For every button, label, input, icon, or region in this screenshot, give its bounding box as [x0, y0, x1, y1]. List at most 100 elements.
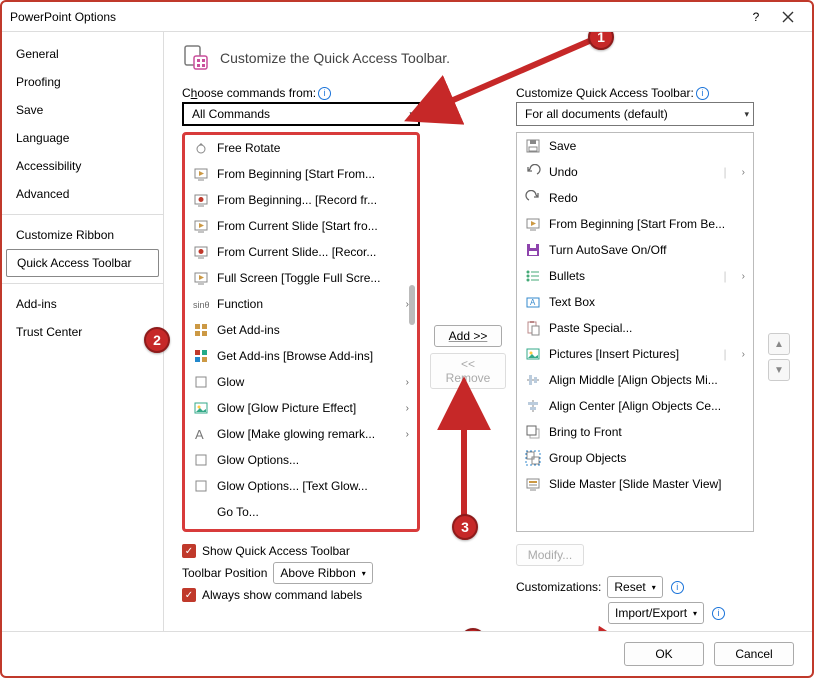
always-show-labels-checkbox[interactable]: ✓Always show command labels [182, 588, 420, 602]
options-dialog: PowerPoint Options ? General Proofing Sa… [0, 0, 814, 678]
list-item[interactable]: Glow Options... [Text Glow... [185, 473, 417, 499]
customize-qat-label: Customize Quick Access Toolbar:i [516, 86, 754, 100]
list-item[interactable]: From Beginning [Start From Be... [517, 211, 753, 237]
list-item[interactable]: Turn AutoSave On/Off [517, 237, 753, 263]
pic-icon [193, 400, 209, 416]
blank-icon [193, 504, 209, 520]
grid2-icon [193, 348, 209, 364]
undo-icon [525, 164, 541, 180]
info-icon[interactable]: i [696, 87, 709, 100]
list-item[interactable]: Redo [517, 185, 753, 211]
sidebar-trust[interactable]: Trust Center [2, 318, 163, 346]
add-button[interactable]: Add >> [434, 325, 502, 347]
pic-icon [525, 346, 541, 362]
scope-dropdown[interactable]: For all documents (default)▾ [516, 102, 754, 126]
help-button[interactable]: ? [740, 5, 772, 29]
list-item[interactable]: Align Center [Align Objects Ce... [517, 393, 753, 419]
import-export-dropdown[interactable]: Import/Export▾ [608, 602, 704, 624]
list-item[interactable]: Glow [Glow Picture Effect]› [185, 395, 417, 421]
play-icon [193, 218, 209, 234]
tbox-icon: A [525, 294, 541, 310]
move-down-button[interactable]: ▼ [768, 359, 790, 381]
sidebar-customize-ribbon[interactable]: Customize Ribbon [2, 221, 163, 249]
list-item[interactable]: Glow› [185, 369, 417, 395]
sidebar-general[interactable]: General [2, 40, 163, 68]
ok-button[interactable]: OK [624, 642, 704, 666]
list-item[interactable]: Bring to Front [517, 419, 753, 445]
reset-dropdown[interactable]: Reset▾ [607, 576, 662, 598]
sidebar-addins[interactable]: Add-ins [2, 290, 163, 318]
alm-icon [525, 372, 541, 388]
savep-icon [525, 242, 541, 258]
available-commands-list[interactable]: Free RotateFrom Beginning [Start From...… [182, 132, 420, 532]
titlebar: PowerPoint Options ? [2, 2, 812, 32]
list-item[interactable]: From Beginning [Start From... [185, 161, 417, 187]
dialog-footer: OK Cancel [2, 631, 812, 676]
play-icon [193, 270, 209, 286]
sm-icon [525, 476, 541, 492]
play-icon [193, 166, 209, 182]
list-item[interactable]: AText Box [517, 289, 753, 315]
list-item[interactable]: Paste Special... [517, 315, 753, 341]
rec-icon [193, 244, 209, 260]
main-panel: Customize the Quick Access Toolbar. Choo… [164, 32, 812, 631]
rec-icon [193, 192, 209, 208]
list-item[interactable]: AGlow [Make glowing remark...› [185, 421, 417, 447]
choose-from-dropdown[interactable]: All Commands▾ [182, 102, 420, 126]
annotation-3: 3 [452, 514, 478, 540]
choose-from-label: Choose commands from:i [182, 86, 420, 100]
grp-icon [525, 450, 541, 466]
fn-icon: sinθ [193, 296, 209, 312]
dialog-title: PowerPoint Options [10, 10, 740, 24]
sidebar-save[interactable]: Save [2, 96, 163, 124]
modify-button: Modify... [516, 544, 584, 566]
info-icon[interactable]: i [318, 87, 331, 100]
list-item[interactable]: Get Add-ins [185, 317, 417, 343]
paste-icon [525, 320, 541, 336]
list-item[interactable]: Free Rotate [185, 135, 417, 161]
remove-button: << Remove [430, 353, 506, 389]
list-item[interactable]: Save [517, 133, 753, 159]
sidebar-advanced[interactable]: Advanced [2, 180, 163, 208]
list-item[interactable]: From Current Slide... [Recor... [185, 239, 417, 265]
qat-header-icon [182, 44, 210, 72]
cancel-button[interactable]: Cancel [714, 642, 794, 666]
list-item[interactable]: Undo|› [517, 159, 753, 185]
sq-icon [193, 374, 209, 390]
sidebar: General Proofing Save Language Accessibi… [2, 32, 164, 631]
rot-icon [193, 140, 209, 156]
list-item[interactable]: From Current Slide [Start fro... [185, 213, 417, 239]
sidebar-language[interactable]: Language [2, 124, 163, 152]
current-commands-list[interactable]: SaveUndo|›RedoFrom Beginning [Start From… [516, 132, 754, 532]
sq-icon [193, 452, 209, 468]
list-item[interactable]: Bullets|› [517, 263, 753, 289]
sidebar-accessibility[interactable]: Accessibility [2, 152, 163, 180]
front-icon [525, 424, 541, 440]
info-icon[interactable]: i [712, 607, 725, 620]
list-item[interactable]: Full Screen [Toggle Full Scre... [185, 265, 417, 291]
show-qat-checkbox[interactable]: ✓Show Quick Access Toolbar [182, 544, 420, 558]
svg-text:sinθ: sinθ [193, 300, 209, 310]
alc-icon [525, 398, 541, 414]
sidebar-proofing[interactable]: Proofing [2, 68, 163, 96]
list-item[interactable]: Go To... [185, 499, 417, 525]
toolbar-position-label: Toolbar Position [182, 566, 267, 580]
scrollbar-thumb[interactable] [409, 285, 415, 325]
info-icon[interactable]: i [671, 581, 684, 594]
list-item[interactable]: Group Objects [517, 445, 753, 471]
list-item[interactable]: Glow Options... [185, 447, 417, 473]
list-item[interactable]: Align Middle [Align Objects Mi... [517, 367, 753, 393]
sidebar-qat[interactable]: Quick Access Toolbar [6, 249, 159, 277]
toolbar-position-dropdown[interactable]: Above Ribbon▾ [273, 562, 372, 584]
list-item[interactable]: From Beginning... [Record fr... [185, 187, 417, 213]
play-icon [525, 216, 541, 232]
list-item[interactable]: Gradient› [185, 525, 417, 529]
list-item[interactable]: sinθFunction› [185, 291, 417, 317]
A-icon: A [193, 426, 209, 442]
move-up-button[interactable]: ▲ [768, 333, 790, 355]
svg-text:A: A [195, 427, 204, 442]
list-item[interactable]: Get Add-ins [Browse Add-ins] [185, 343, 417, 369]
list-item[interactable]: Pictures [Insert Pictures]|› [517, 341, 753, 367]
list-item[interactable]: Slide Master [Slide Master View] [517, 471, 753, 497]
close-button[interactable] [772, 5, 804, 29]
